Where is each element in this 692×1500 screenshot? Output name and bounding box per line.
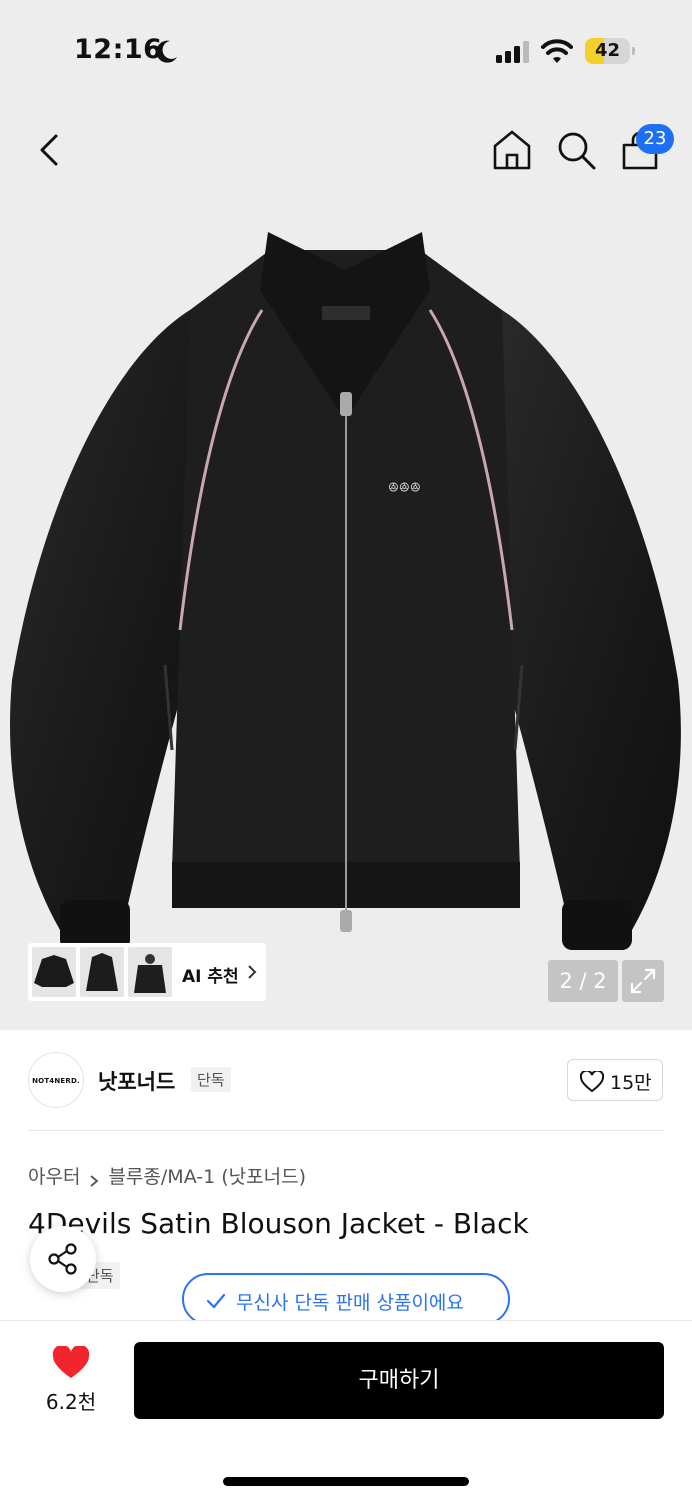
brand-name[interactable]: 낫포너드 xyxy=(98,1066,175,1096)
image-page-counter: 2 / 2 xyxy=(548,960,618,1002)
thumbnail-1[interactable] xyxy=(32,947,76,997)
share-icon xyxy=(48,1243,77,1275)
moon-icon xyxy=(156,40,177,63)
chevron-right-icon xyxy=(88,1171,100,1187)
check-icon xyxy=(206,1293,226,1309)
expand-icon[interactable] xyxy=(622,960,664,1002)
brand-exclusive-tag: 단독 xyxy=(191,1067,231,1092)
wifi-icon xyxy=(541,39,573,63)
search-icon[interactable] xyxy=(554,128,598,172)
brand-logo-text: NOT4NERD. xyxy=(32,1077,80,1085)
brand-logo[interactable]: NOT4NERD. xyxy=(28,1052,84,1108)
ai-recommend-label[interactable]: AI 추천 xyxy=(182,962,239,987)
thumbnail-strip[interactable]: AI 추천 xyxy=(28,943,266,1001)
cart-count-badge: 23 xyxy=(636,124,674,154)
thumbnail-2[interactable] xyxy=(80,947,124,997)
breadcrumb-category[interactable]: 아우터 xyxy=(28,1166,80,1188)
breadcrumb-subcategory[interactable]: 블루종/MA-1 (낫포너드) xyxy=(108,1166,306,1188)
chevron-right-icon[interactable] xyxy=(246,963,258,981)
share-button[interactable] xyxy=(30,1226,96,1292)
divider xyxy=(28,1130,664,1131)
home-icon[interactable] xyxy=(490,128,534,172)
thumbnail-3[interactable] xyxy=(128,947,172,997)
brand-like-count: 15만 xyxy=(610,1072,652,1094)
heart-outline-icon xyxy=(580,1071,604,1093)
status-time: 12:16 xyxy=(74,34,163,65)
product-image[interactable]: ꔮꔮꔮ xyxy=(0,210,692,970)
home-indicator xyxy=(223,1477,469,1486)
battery-level: 42 xyxy=(594,40,621,61)
breadcrumb: 아우터 블루종/MA-1 (낫포너드) xyxy=(28,1162,306,1189)
exclusive-notice-pill[interactable]: 무신사 단독 판매 상품이에요 xyxy=(182,1273,510,1325)
cellular-signal-icon xyxy=(496,41,529,63)
brand-like-button[interactable]: 15만 xyxy=(567,1059,663,1101)
product-title: 4Devils Satin Blouson Jacket - Black xyxy=(28,1207,529,1240)
svg-text:ꔮꔮꔮ: ꔮꔮꔮ xyxy=(388,480,421,496)
heart-filled-icon[interactable] xyxy=(52,1346,90,1380)
buy-button[interactable]: 구매하기 xyxy=(134,1342,664,1419)
back-icon[interactable] xyxy=(30,128,70,172)
product-like-count: 6.2천 xyxy=(45,1390,97,1414)
exclusive-notice-text: 무신사 단독 판매 상품이에요 xyxy=(236,1292,464,1314)
battery-indicator: 42 xyxy=(585,38,635,64)
